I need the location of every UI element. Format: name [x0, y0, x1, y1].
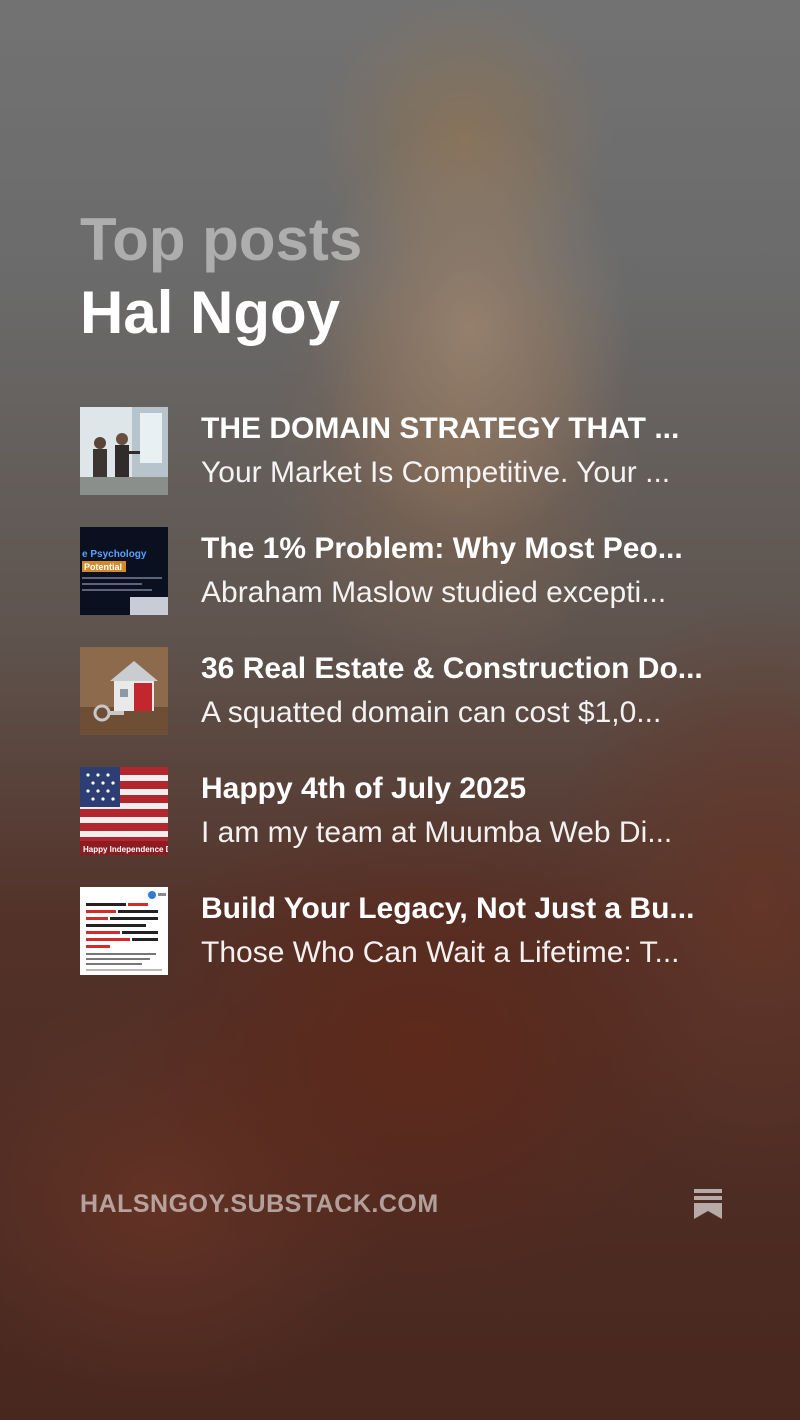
story-screen: Top posts Hal Ngoy THE DOMAIN STRATEGY T…	[0, 0, 800, 1420]
thumbnail-text-line: Happy Independence Da	[83, 845, 168, 854]
psychology-graphic-image: e Psychology Potential	[80, 527, 168, 615]
post-item[interactable]: e Psychology Potential The 1% Problem: W…	[80, 527, 730, 615]
substack-bookmark-icon	[694, 1189, 722, 1219]
post-item[interactable]: Build Your Legacy, Not Just a Bu... Thos…	[80, 887, 730, 975]
thumbnail-text-line: e Psychology	[82, 549, 147, 560]
post-title: THE DOMAIN STRATEGY THAT ...	[201, 412, 680, 445]
post-subtitle: Abraham Maslow studied excepti...	[201, 576, 667, 609]
post-title: Happy 4th of July 2025	[201, 772, 527, 805]
post-subtitle: Those Who Can Wait a Lifetime: T...	[201, 936, 680, 969]
section-kicker: Top posts	[80, 206, 363, 273]
post-thumbnail: e Psychology Potential	[80, 527, 168, 615]
post-title: The 1% Problem: Why Most Peo...	[201, 532, 683, 565]
american-flag-image: Happy Independence Da	[80, 767, 168, 855]
post-title: Build Your Legacy, Not Just a Bu...	[201, 892, 695, 925]
publication-url[interactable]: HALSNGOY.SUBSTACK.COM	[80, 1190, 439, 1219]
post-thumbnail	[80, 887, 168, 975]
post-subtitle: Your Market Is Competitive. Your ...	[201, 456, 671, 489]
post-title: 36 Real Estate & Construction Do...	[201, 652, 703, 685]
post-item[interactable]: THE DOMAIN STRATEGY THAT ... Your Market…	[80, 407, 730, 495]
post-thumbnail: Happy Independence Da	[80, 767, 168, 855]
thumbnail-text-line: Potential	[84, 562, 122, 572]
author-name: Hal Ngoy	[80, 279, 341, 346]
top-posts-list: THE DOMAIN STRATEGY THAT ... Your Market…	[80, 407, 730, 1007]
quote-card-image	[80, 887, 168, 975]
office-people-image	[80, 407, 168, 495]
house-keys-image	[80, 647, 168, 735]
post-item[interactable]: Happy Independence Da Happy 4th of July …	[80, 767, 730, 855]
post-thumbnail	[80, 407, 168, 495]
post-subtitle: A squatted domain can cost $1,0...	[201, 696, 662, 729]
post-thumbnail	[80, 647, 168, 735]
story-content: Top posts Hal Ngoy THE DOMAIN STRATEGY T…	[0, 0, 800, 1420]
post-item[interactable]: 36 Real Estate & Construction Do... A sq…	[80, 647, 730, 735]
post-subtitle: I am my team at Muumba Web Di...	[201, 816, 673, 849]
